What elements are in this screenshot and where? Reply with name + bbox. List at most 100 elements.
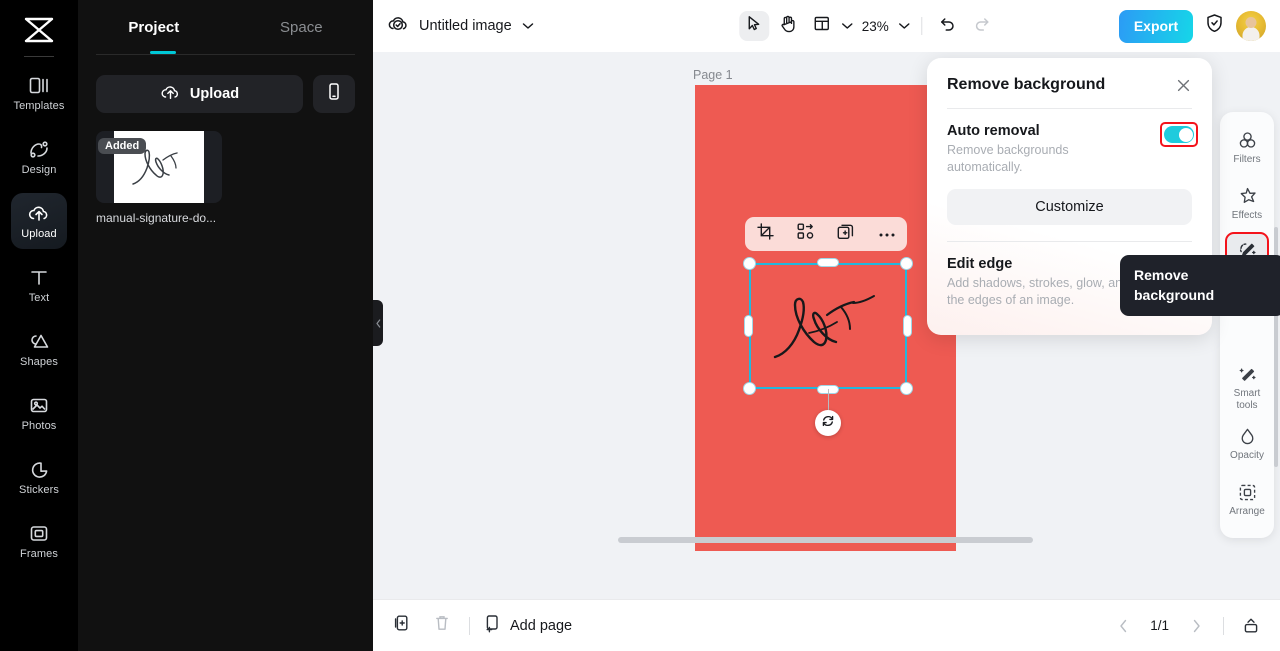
- cursor-arrow-icon: [746, 15, 762, 37]
- sidebar-item-label: Design: [21, 163, 57, 176]
- copy-page-button[interactable]: [389, 613, 415, 639]
- sidebar-item-frames[interactable]: Frames: [11, 513, 67, 569]
- resize-handle-top-left[interactable]: [743, 257, 756, 270]
- tab-space[interactable]: Space: [280, 19, 323, 36]
- hand-tool-button[interactable]: [773, 11, 803, 41]
- page-indicator: 1/1: [1150, 618, 1169, 633]
- zoom-level[interactable]: 23%: [857, 19, 894, 34]
- tool-label: Arrange: [1229, 505, 1265, 517]
- crop-icon: [757, 223, 774, 245]
- tooltip: Remove background: [1120, 255, 1280, 316]
- rotate-handle[interactable]: [815, 410, 841, 436]
- templates-icon: [28, 75, 50, 97]
- effects-star-icon: [1237, 187, 1257, 207]
- asset-name: manual-signature-do...: [96, 211, 217, 225]
- add-page-label: Add page: [510, 617, 573, 634]
- auto-removal-toggle[interactable]: [1164, 126, 1194, 143]
- chevron-down-icon[interactable]: [898, 17, 910, 35]
- crop-button[interactable]: [752, 221, 778, 247]
- top-toolbar: Untitled image 23% Export: [373, 0, 1280, 52]
- rotate-stem: [828, 389, 829, 410]
- canvas-area[interactable]: Page 1 Remove background Auto removal Re…: [373, 52, 1280, 599]
- shield-check-icon[interactable]: [1205, 13, 1224, 39]
- tool-filters[interactable]: Filters: [1225, 120, 1269, 176]
- sidebar-item-templates[interactable]: Templates: [11, 65, 67, 121]
- replace-button[interactable]: [793, 221, 819, 247]
- customize-button[interactable]: Customize: [947, 188, 1192, 225]
- delete-page-button[interactable]: [429, 613, 455, 639]
- page-navigation: 1/1: [1110, 613, 1264, 639]
- filters-icon: [1237, 131, 1257, 151]
- resize-handle-right[interactable]: [903, 315, 912, 337]
- layout-tool-button[interactable]: [807, 11, 837, 41]
- expand-panel-button[interactable]: [1238, 613, 1264, 639]
- sidebar-item-upload[interactable]: Upload: [11, 193, 67, 249]
- sidebar-item-design[interactable]: Design: [11, 129, 67, 185]
- next-page-button[interactable]: [1183, 613, 1209, 639]
- upload-cloud-icon: [28, 203, 50, 225]
- photos-icon: [28, 395, 50, 417]
- upload-cloud-icon: [160, 84, 181, 105]
- add-page-button[interactable]: Add page: [484, 614, 572, 637]
- toolbar-right: Export: [1119, 9, 1266, 43]
- object-float-toolbar: [745, 217, 907, 251]
- chevron-down-icon[interactable]: [841, 17, 853, 35]
- resize-handle-bottom-right[interactable]: [900, 382, 913, 395]
- arrange-icon: [1237, 483, 1257, 503]
- sidebar-item-text[interactable]: Text: [11, 257, 67, 313]
- sidebar-item-shapes[interactable]: Shapes: [11, 321, 67, 377]
- upload-button[interactable]: Upload: [96, 75, 303, 113]
- prev-page-button[interactable]: [1110, 613, 1136, 639]
- sidebar-item-photos[interactable]: Photos: [11, 385, 67, 441]
- tool-arrange[interactable]: Arrange: [1225, 472, 1269, 528]
- list-item[interactable]: Added manual-signature-do...: [96, 131, 222, 225]
- cloud-check-icon[interactable]: [387, 14, 409, 38]
- rail-divider: [24, 56, 54, 57]
- selected-object[interactable]: [743, 257, 913, 436]
- sidebar-item-stickers[interactable]: Stickers: [11, 449, 67, 505]
- auto-removal-description: Remove backgrounds automatically.: [947, 143, 1069, 174]
- auto-removal-toggle-highlight: [1160, 122, 1198, 147]
- right-tool-sidebar: Filters Effects Smart tools Opacity Arra…: [1220, 112, 1278, 538]
- panel-tabs: Project Space: [78, 0, 373, 54]
- status-badge: Added: [98, 138, 147, 154]
- copy-page-icon: [394, 614, 411, 637]
- bottom-divider: [469, 616, 470, 635]
- resize-handle-left[interactable]: [744, 315, 753, 337]
- undo-button[interactable]: [933, 11, 963, 41]
- capcut-logo-icon[interactable]: [16, 10, 62, 50]
- tab-active-underline: [150, 51, 176, 54]
- tool-opacity[interactable]: Opacity: [1225, 416, 1269, 472]
- more-horizontal-icon: [878, 225, 896, 243]
- collapse-panel-handle[interactable]: [373, 300, 383, 346]
- tab-project[interactable]: Project: [128, 19, 179, 36]
- text-icon: [28, 267, 50, 289]
- export-button[interactable]: Export: [1119, 9, 1193, 43]
- project-panel: Project Space Upload Added manual-signat…: [78, 0, 373, 651]
- opacity-droplet-icon: [1237, 427, 1257, 447]
- more-button[interactable]: [874, 221, 900, 247]
- avatar[interactable]: [1236, 11, 1266, 41]
- duplicate-icon: [837, 223, 855, 246]
- sidebar-item-label: Templates: [13, 99, 65, 112]
- chevron-down-icon[interactable]: [522, 17, 534, 35]
- select-tool-button[interactable]: [738, 11, 769, 41]
- close-icon[interactable]: [1174, 76, 1192, 94]
- stickers-icon: [28, 459, 50, 481]
- page-title[interactable]: Untitled image: [419, 18, 512, 34]
- resize-handle-top[interactable]: [817, 258, 839, 267]
- resize-handle-top-right[interactable]: [900, 257, 913, 270]
- rotate-icon: [821, 414, 835, 433]
- tool-smart-tools[interactable]: Smart tools: [1225, 360, 1269, 416]
- auto-removal-section: Auto removal Remove backgrounds automati…: [927, 109, 1212, 176]
- sidebar-item-label: Shapes: [20, 355, 58, 368]
- redo-button[interactable]: [967, 11, 997, 41]
- duplicate-button[interactable]: [833, 221, 859, 247]
- horizontal-scrollbar[interactable]: [618, 537, 1033, 543]
- upload-from-phone-button[interactable]: [313, 75, 355, 113]
- trash-icon: [434, 614, 450, 637]
- asset-thumbnail[interactable]: Added: [96, 131, 222, 203]
- resize-handle-bottom-left[interactable]: [743, 382, 756, 395]
- panel-header: Remove background: [927, 58, 1212, 94]
- tool-effects[interactable]: Effects: [1225, 176, 1269, 232]
